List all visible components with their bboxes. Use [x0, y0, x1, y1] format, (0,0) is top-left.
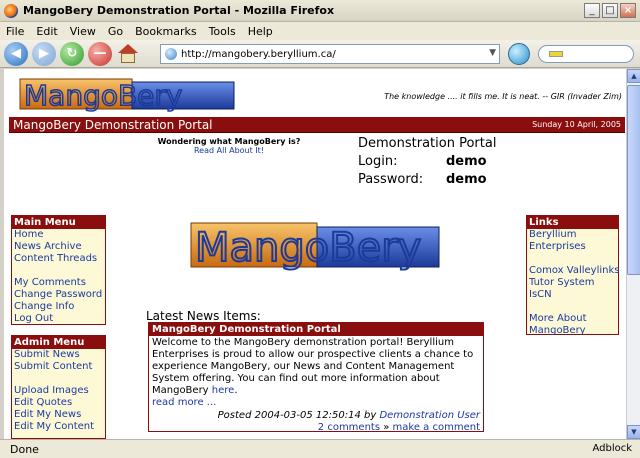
about-teaser: Wondering what MangoBery is? Read All Ab…	[144, 137, 314, 155]
menu-bar: File Edit View Go Bookmarks Tools Help	[0, 22, 640, 40]
main-menu: Main Menu Home News Archive Content Thre…	[11, 215, 106, 325]
menu-news-archive[interactable]: News Archive	[12, 241, 105, 253]
menu-tools[interactable]: Tools	[209, 25, 236, 38]
posted-text: Posted 2004-03-05 12:50:14 by	[217, 410, 377, 421]
menu-help[interactable]: Help	[248, 25, 273, 38]
status-text: Done	[10, 442, 39, 456]
vertical-scrollbar[interactable]: ▲ ▼	[626, 69, 640, 439]
svg-text:MangoBery: MangoBery	[195, 225, 421, 271]
link-iscn[interactable]: IsCN	[527, 289, 618, 301]
maximize-button[interactable]: □	[602, 3, 618, 18]
page-banner: MangoBery Demonstration Portal Sunday 10…	[9, 117, 625, 133]
stop-button[interactable]: —	[88, 41, 112, 66]
demo-title: Demonstration Portal	[358, 136, 497, 151]
menu-bookmarks[interactable]: Bookmarks	[135, 25, 196, 38]
menu-my-comments[interactable]: My Comments	[12, 277, 105, 289]
news-item: MangoBery Demonstration Portal Welcome t…	[148, 322, 484, 433]
main-menu-heading: Main Menu	[12, 216, 105, 229]
menu-home[interactable]: Home	[12, 229, 105, 241]
login-value: demo	[446, 154, 487, 169]
home-button[interactable]	[116, 43, 140, 65]
read-more-link[interactable]: read more ...	[152, 397, 216, 408]
menu-change-password[interactable]: Change Password	[12, 289, 105, 301]
forward-arrow-icon: ▶	[39, 46, 49, 61]
password-value: demo	[446, 172, 487, 187]
back-arrow-icon: ◀	[11, 46, 21, 61]
url-dropdown-icon[interactable]: ▼	[489, 48, 496, 58]
forward-button[interactable]: ▶	[32, 41, 56, 66]
menu-submit-content[interactable]: Submit Content	[12, 361, 105, 373]
link-mangobery[interactable]: MangoBery	[527, 325, 618, 337]
password-label: Password:	[358, 172, 424, 187]
read-all-about-it-link[interactable]: Read All About It!	[194, 146, 264, 155]
link-enterprises[interactable]: Enterprises	[527, 241, 618, 253]
minimize-button[interactable]: _	[584, 3, 600, 18]
login-label: Login:	[358, 154, 398, 169]
menu-submit-news[interactable]: Submit News	[12, 349, 105, 361]
admin-menu: Admin Menu Submit News Submit Content Up…	[11, 335, 106, 439]
menu-view[interactable]: View	[70, 25, 96, 38]
latest-news-heading: Latest News Items:	[146, 309, 261, 323]
home-icon	[118, 43, 138, 53]
links-menu: Links Beryllium Enterprises Comox Valley…	[526, 215, 619, 337]
address-bar[interactable]: http://mangobery.beryllium.ca/ ▼	[160, 44, 500, 64]
mangobery-logo[interactable]: MangoBery	[16, 76, 238, 112]
reload-button[interactable]: ↻	[60, 41, 84, 66]
link-comox-valleylinks[interactable]: Comox Valleylinks	[527, 265, 619, 277]
menu-file[interactable]: File	[6, 25, 24, 38]
mangobery-logo-large: MangoBery	[190, 222, 440, 272]
quote-text: The knowledge .... it fills me. It is ne…	[384, 92, 622, 101]
search-engine-icon	[549, 51, 563, 57]
scroll-up-icon[interactable]: ▲	[627, 69, 640, 83]
adblock-status[interactable]: Adblock	[592, 443, 632, 454]
scroll-down-icon[interactable]: ▼	[627, 425, 640, 439]
menu-edit-my-content[interactable]: Edit My Content	[12, 421, 105, 433]
make-comment-link[interactable]: make a comment	[393, 422, 480, 433]
go-button[interactable]	[508, 43, 530, 65]
link-more-about[interactable]: More About	[527, 313, 618, 325]
demo-credentials: Demonstration Portal Login: demo Passwor…	[358, 135, 538, 189]
page-icon	[165, 48, 177, 60]
menu-change-info[interactable]: Change Info	[12, 301, 105, 313]
admin-menu-heading: Admin Menu	[12, 336, 105, 349]
menu-upload-images[interactable]: Upload Images	[12, 385, 105, 397]
banner-title: MangoBery Demonstration Portal	[13, 117, 213, 132]
menu-edit[interactable]: Edit	[36, 25, 57, 38]
news-body: Welcome to the MangoBery demonstration p…	[152, 337, 474, 408]
menu-edit-my-news[interactable]: Edit My News	[12, 409, 105, 421]
close-button[interactable]: ×	[620, 3, 636, 18]
back-button[interactable]: ◀	[4, 41, 28, 66]
search-input[interactable]	[538, 45, 634, 63]
window-title: MangoBery Demonstration Portal - Mozilla…	[23, 4, 335, 17]
svg-text:MangoBery: MangoBery	[24, 79, 182, 112]
link-tutor-system[interactable]: Tutor System	[527, 277, 618, 289]
page-viewport: MangoBery The knowledge .... it fills me…	[4, 69, 626, 439]
link-beryllium[interactable]: Beryllium	[527, 229, 618, 241]
news-meta: Posted 2004-03-05 12:50:14 by Demonstrat…	[217, 410, 480, 433]
menu-content-threads[interactable]: Content Threads	[12, 253, 105, 265]
window-titlebar: MangoBery Demonstration Portal - Mozilla…	[0, 0, 640, 22]
news-title: MangoBery Demonstration Portal	[149, 323, 483, 336]
about-question: Wondering what MangoBery is?	[157, 137, 301, 146]
links-heading: Links	[527, 216, 618, 229]
status-bar: Done Adblock	[0, 439, 640, 458]
firefox-icon	[4, 3, 18, 18]
reload-icon: ↻	[66, 46, 78, 61]
author-link[interactable]: Demonstration User	[379, 410, 480, 421]
window-controls: _ □ ×	[584, 3, 636, 18]
scroll-thumb[interactable]	[627, 85, 640, 275]
menu-edit-quotes[interactable]: Edit Quotes	[12, 397, 105, 409]
banner-date: Sunday 10 April, 2005	[532, 120, 621, 129]
menu-log-out[interactable]: Log Out	[12, 313, 105, 325]
menu-go[interactable]: Go	[108, 25, 123, 38]
stop-icon: —	[93, 46, 107, 61]
news-here-link[interactable]: here	[212, 385, 235, 396]
news-body-text: Welcome to the MangoBery demonstration p…	[152, 337, 474, 396]
url-text: http://mangobery.beryllium.ca/	[181, 48, 336, 60]
comments-link[interactable]: 2 comments	[318, 422, 380, 433]
